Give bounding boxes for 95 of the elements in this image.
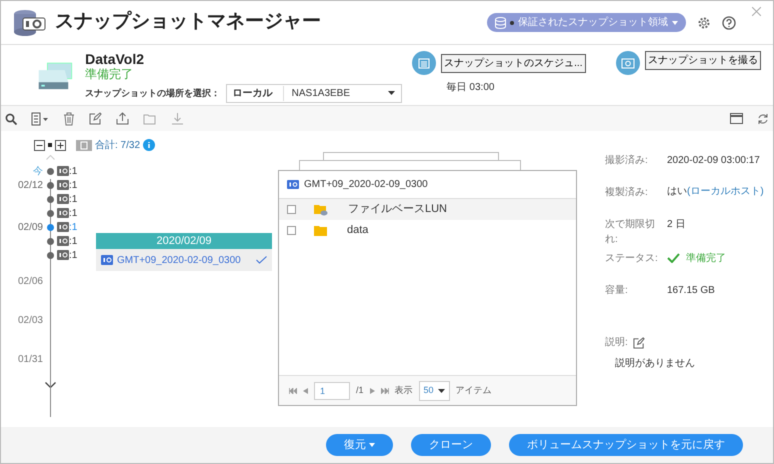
timeline-dot[interactable] <box>47 168 54 174</box>
share-icon[interactable] <box>116 112 129 125</box>
collapse-icon[interactable] <box>34 140 45 150</box>
checkbox[interactable] <box>287 205 296 214</box>
edit-icon[interactable] <box>89 112 102 125</box>
timeline-dot[interactable] <box>47 238 54 244</box>
timeline-dot[interactable] <box>47 196 54 202</box>
check-icon <box>667 253 680 264</box>
status-value: 準備完了 <box>667 251 767 266</box>
caret-icon <box>672 20 678 24</box>
field-label: 撮影済み: <box>605 154 649 168</box>
file-name[interactable]: data <box>347 222 368 239</box>
expand-icon[interactable] <box>54 140 66 150</box>
camera-icon <box>616 51 640 75</box>
description-label: 説明: <box>605 336 628 350</box>
description-text: 説明がありません <box>615 356 696 371</box>
date-label: 02/09 <box>18 222 43 232</box>
field-label: 複製済み: <box>605 186 649 200</box>
snapshot-icon <box>57 236 69 246</box>
timeline-dot[interactable] <box>47 210 54 216</box>
total-count: 合計: 7/32 <box>95 138 140 152</box>
snapshot-count: :1 <box>69 164 78 178</box>
now-label: 今 <box>33 166 43 176</box>
check-icon <box>256 256 267 264</box>
caret-icon <box>438 388 445 392</box>
snapshot-icon <box>57 180 69 190</box>
snapshot-icon <box>57 250 69 260</box>
edit-icon[interactable] <box>633 336 646 348</box>
snapshot-icon <box>101 255 113 265</box>
snapshot-schedule-button[interactable]: スナップショットのスケジュ... <box>441 54 586 72</box>
database-icon <box>495 16 506 28</box>
next-page-icon[interactable] <box>370 388 375 394</box>
refresh-icon[interactable] <box>757 112 769 124</box>
chevron-down-icon[interactable] <box>45 382 56 389</box>
folder-icon <box>314 226 327 236</box>
snapshot-count: :1 <box>69 206 78 220</box>
host-link[interactable]: (ローカルホスト) <box>687 186 764 197</box>
checkbox[interactable] <box>287 226 296 235</box>
snapshot-icon <box>57 222 69 232</box>
show-label: 表示 <box>394 384 413 397</box>
first-page-icon[interactable] <box>289 388 297 394</box>
timeline-dot[interactable] <box>47 252 54 258</box>
field-value: はい(ローカルホスト) <box>667 185 765 199</box>
caret-icon <box>369 443 375 447</box>
caret-icon <box>388 91 395 96</box>
field-label: 容量: <box>605 284 629 298</box>
settings-icon[interactable] <box>697 16 711 30</box>
schedule-text: 毎日 03:00 <box>446 81 494 95</box>
items-label: アイテム <box>456 384 492 397</box>
field-label: 次で期限切れ: <box>605 218 656 247</box>
trash-icon[interactable] <box>63 112 75 126</box>
action-button[interactable]: ボリュームスナップショットを元に戻す <box>509 434 743 456</box>
field-value: 2 日 <box>667 218 686 232</box>
location-select[interactable]: ローカル NAS1A3EBE <box>226 84 402 103</box>
date-label: 02/03 <box>18 314 43 328</box>
snapshot-icon <box>57 166 69 176</box>
page-total: /1 <box>356 384 364 397</box>
snapshot-space-dropdown[interactable]: 保証されたスナップショット領域 <box>487 13 686 32</box>
page-input[interactable]: 1 <box>314 382 350 400</box>
window-title: スナップショットマネージャー <box>55 10 321 34</box>
field-value: 2020-02-09 03:00:17 <box>667 154 761 168</box>
date-label: 01/31 <box>18 353 43 367</box>
popup-date: 2020/02/09 <box>96 233 272 249</box>
snapshot-count: :1 <box>69 248 78 262</box>
snapshot-count: :1 <box>69 178 78 192</box>
field-value: 167.15 GB <box>667 284 716 298</box>
restore-dropdown-button[interactable]: 復元 <box>326 434 393 456</box>
window-icon[interactable] <box>730 113 743 124</box>
snapshot-icon <box>57 194 69 204</box>
app-logo-icon <box>13 8 47 38</box>
snapshot-item[interactable]: GMT+09_2020-02-09_0300 <box>96 249 272 271</box>
snapshot-count: :1 <box>69 192 78 206</box>
date-label: 02/06 <box>18 275 43 289</box>
square-icon <box>48 143 52 147</box>
timeline-dot[interactable] <box>47 224 54 230</box>
panel-title: GMT+09_2020-02-09_0300 <box>304 178 428 192</box>
action-button[interactable]: クローン <box>411 434 491 456</box>
snapshot-count: :1 <box>69 234 78 248</box>
date-label: 02/12 <box>18 180 43 190</box>
last-page-icon[interactable] <box>380 388 389 394</box>
timeline-dot[interactable] <box>47 182 54 188</box>
take-snapshot-button[interactable]: スナップショットを撮る <box>645 51 761 70</box>
volume-name: DataVol2 <box>85 51 146 67</box>
search-icon[interactable] <box>5 112 17 124</box>
previous-page-icon[interactable] <box>303 388 308 394</box>
snapshot-icon <box>57 208 69 218</box>
volume-status: 準備完了 <box>85 67 134 81</box>
info-icon[interactable] <box>142 139 155 151</box>
per-page-select[interactable]: 50 <box>418 380 450 400</box>
snapshot-icon <box>287 180 299 189</box>
help-icon[interactable] <box>722 16 736 30</box>
view-toggle-icon[interactable] <box>31 112 49 126</box>
field-label: ステータス: <box>605 252 659 266</box>
snapshot-count: :1 <box>69 220 78 234</box>
location-label: スナップショットの場所を選択： <box>85 86 220 100</box>
